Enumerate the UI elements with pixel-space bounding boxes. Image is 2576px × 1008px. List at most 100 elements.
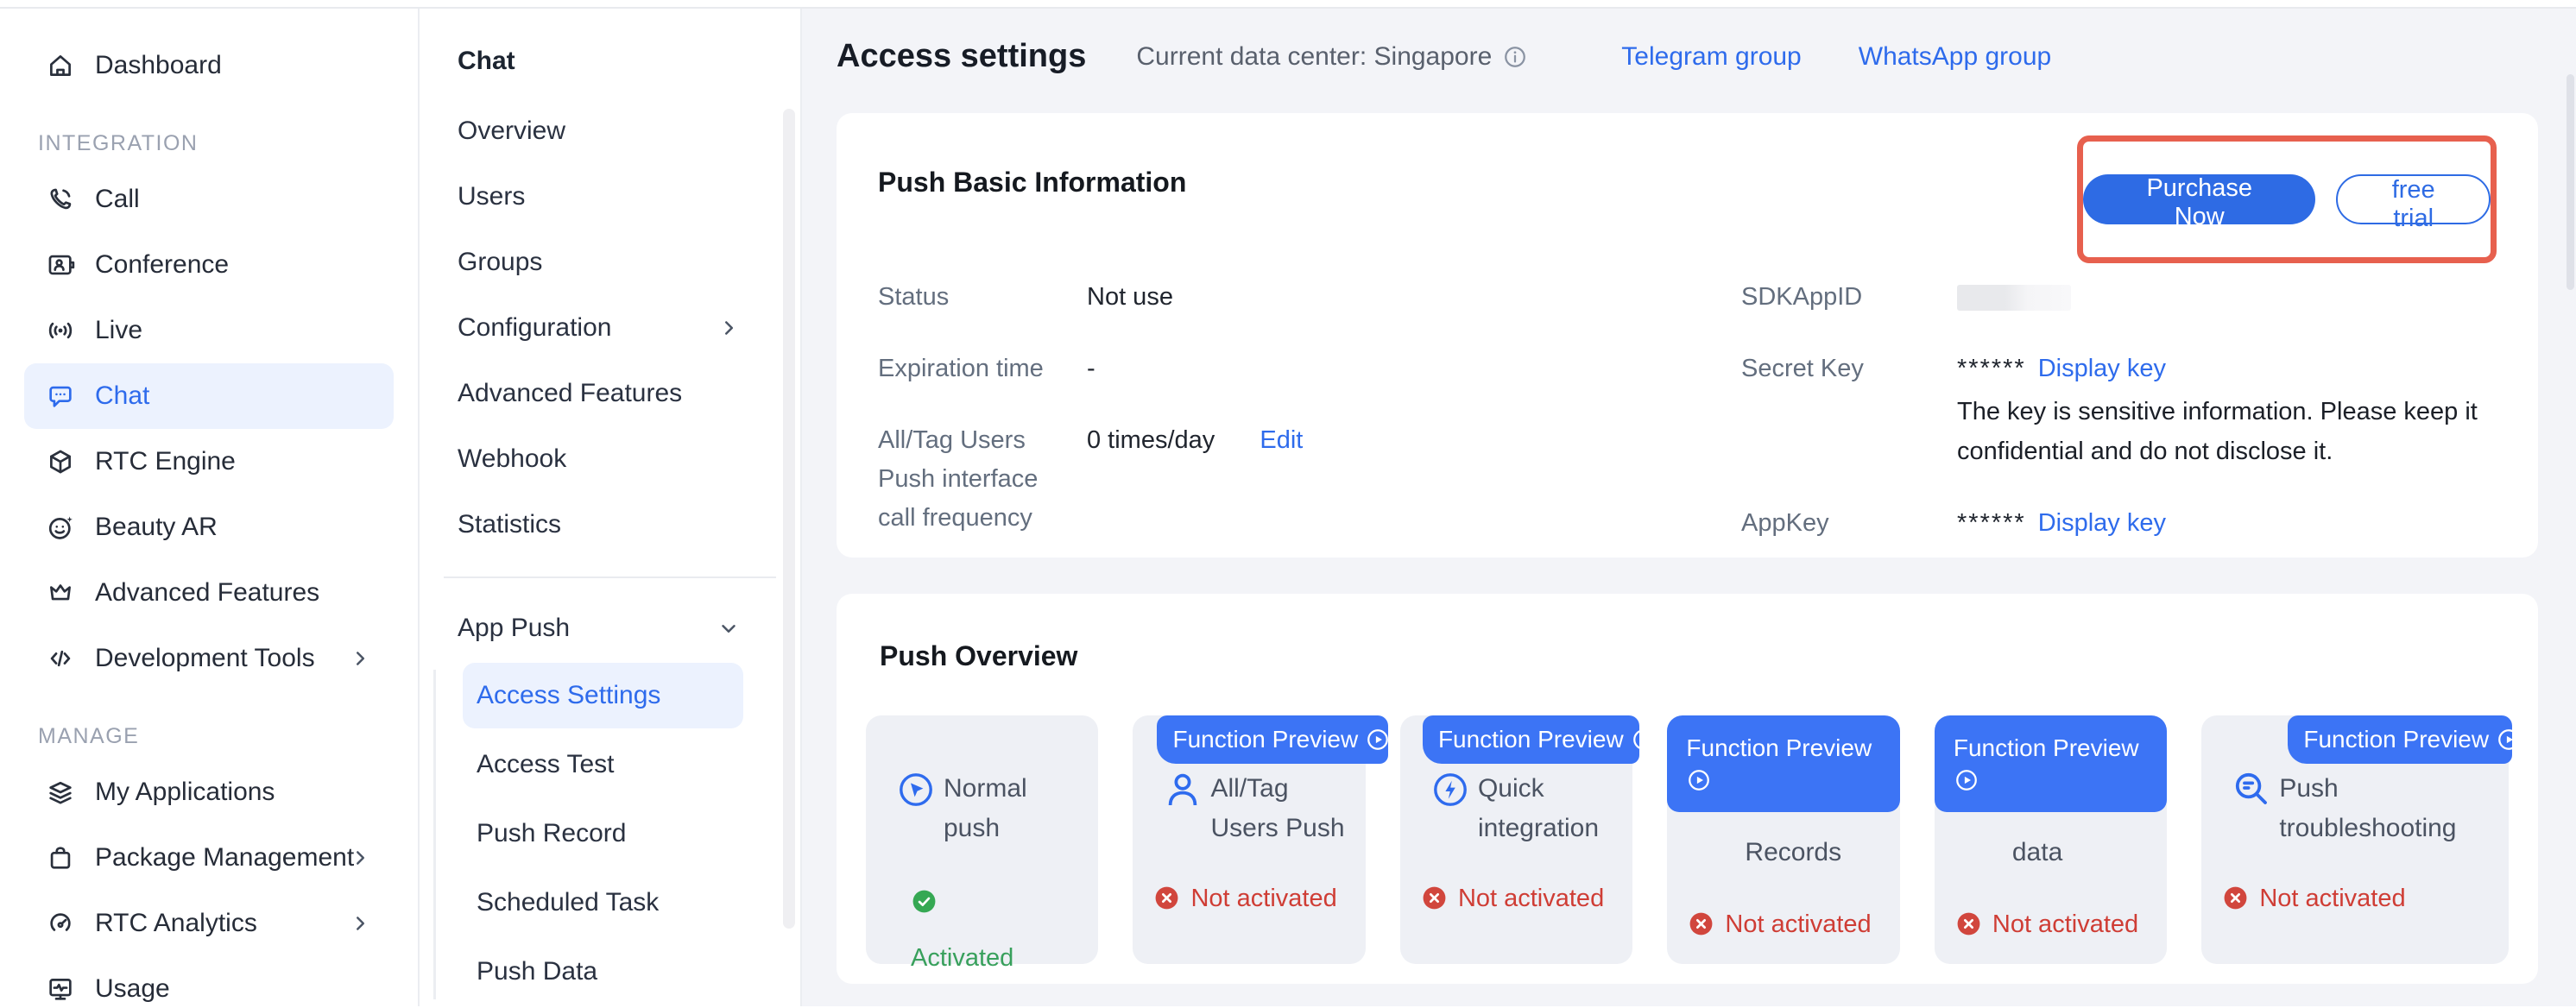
sidebar-item-usage[interactable]: Usage (0, 956, 418, 1008)
app-root: Dashboard INTEGRATION Call Conference (0, 0, 2576, 1008)
display-key-link[interactable]: Display key (2038, 355, 2166, 382)
feature-status-not-activated: Not activated (2222, 879, 2509, 917)
feature-status-not-activated: Not activated (1153, 879, 1365, 917)
smiley-icon (45, 512, 76, 543)
x-circle-icon (1153, 885, 1180, 911)
annotation-highlight-box: Purchase Now free trial (2077, 135, 2497, 263)
submenu-item-access-test[interactable]: Access Test (433, 730, 800, 799)
field-value-expiration: - (1087, 350, 1741, 388)
field-label-secret-key: Secret Key (1741, 350, 1957, 471)
submenu-item-label: Access Test (477, 750, 615, 779)
cube-icon (45, 446, 76, 477)
menu-item-overview[interactable]: Overview (420, 98, 800, 164)
sidebar-item-label: Conference (95, 250, 229, 280)
sidebar-item-rtc-engine[interactable]: RTC Engine (0, 429, 418, 495)
function-preview-badge[interactable]: Function Preview (1935, 715, 2167, 812)
free-trial-button[interactable]: free trial (2336, 174, 2491, 224)
menu-item-label: App Push (458, 614, 570, 643)
info-icon[interactable] (1502, 44, 1528, 70)
sidebar-item-dashboard[interactable]: Dashboard (0, 33, 418, 98)
sidebar-item-call[interactable]: Call (0, 167, 418, 232)
redacted-sdkappid-value (1957, 285, 2071, 311)
display-key-link[interactable]: Display key (2038, 509, 2166, 537)
sidebar-item-label: Development Tools (95, 644, 315, 673)
page-title: Access settings (837, 38, 1086, 75)
field-label-status: Status (878, 278, 1087, 317)
function-preview-badge[interactable]: Function Preview (1157, 715, 1387, 764)
menu-item-users[interactable]: Users (420, 164, 800, 230)
sidebar-item-label: Call (95, 185, 140, 214)
edit-link[interactable]: Edit (1260, 426, 1303, 454)
panel-title: Chat (458, 47, 800, 76)
feature-status-not-activated: Not activated (1688, 905, 1899, 943)
field-label-expiration: Expiration time (878, 350, 1087, 388)
chevron-right-icon (717, 317, 740, 339)
function-preview-badge[interactable]: Function Preview (2288, 715, 2512, 764)
masked-secret: ****** (1957, 355, 2026, 382)
lightning-circle-icon (1430, 769, 1471, 810)
sidebar-item-conference[interactable]: Conference (0, 232, 418, 298)
badge-label: Function Preview (1954, 734, 2139, 762)
purchase-now-button[interactable]: Purchase Now (2083, 174, 2315, 224)
feature-tile-push-troubleshooting: Function Preview Push troubleshooting (2201, 715, 2509, 964)
submenu-item-push-data[interactable]: Push Data (433, 937, 800, 1006)
submenu-item-scheduled-task[interactable]: Scheduled Task (433, 868, 800, 937)
chevron-right-icon (349, 912, 371, 935)
x-circle-icon (2222, 885, 2249, 911)
feature-status-not-activated: Not activated (1421, 879, 1632, 917)
page-header: Access settings Current data center: Sin… (837, 38, 2538, 75)
main-content: Access settings Current data center: Sin… (802, 9, 2576, 1006)
badge-label: Function Preview (1686, 734, 1872, 762)
sidebar-item-package-management[interactable]: Package Management (0, 825, 418, 891)
menu-item-app-push[interactable]: App Push (420, 595, 800, 661)
menu-item-advanced-features[interactable]: Advanced Features (420, 361, 800, 426)
whatsapp-group-link[interactable]: WhatsApp group (1859, 42, 2051, 72)
submenu-item-access-settings[interactable]: Access Settings (463, 663, 743, 728)
page-scrollbar-thumb[interactable] (2567, 74, 2574, 290)
feature-tile-all-tag-users-push: Function Preview All/Tag Users Push (1133, 715, 1365, 964)
menu-item-label: Webhook (458, 444, 566, 474)
sidebar-item-live[interactable]: Live (0, 298, 418, 363)
sidebar-item-beauty-ar[interactable]: Beauty AR (0, 495, 418, 560)
x-circle-icon (1955, 910, 1982, 937)
field-value-sdkappid (1957, 278, 2497, 317)
telegram-group-link[interactable]: Telegram group (1621, 42, 1801, 72)
sidebar-item-rtc-analytics[interactable]: RTC Analytics (0, 891, 418, 956)
submenu-item-label: Push Data (477, 957, 597, 986)
sidebar-item-development-tools[interactable]: Development Tools (0, 626, 418, 691)
sidebar-item-label: Live (95, 316, 142, 345)
feature-tile-records: Function Preview Records N (1667, 715, 1899, 964)
feature-title: Push troubleshooting (2279, 769, 2491, 848)
push-basic-information-card: Push Basic Information Purchase Now free… (837, 113, 2538, 558)
feature-status-label: Not activated (2259, 885, 2405, 912)
feature-status-label: Activated (911, 944, 1013, 972)
sidebar-item-label: Dashboard (95, 51, 222, 80)
feature-tile-quick-integration: Function Preview Quick integration (1400, 715, 1632, 964)
sidebar-item-my-applications[interactable]: My Applications (0, 759, 418, 825)
feature-tile-normal-push: Normal push Activated (866, 715, 1098, 964)
feature-title: All/Tag Users Push (1210, 769, 1348, 848)
feature-status-label: Not activated (1458, 885, 1604, 912)
play-circle-icon (1365, 727, 1388, 753)
submenu-item-push-record[interactable]: Push Record (433, 799, 800, 868)
sidebar-item-label: Usage (95, 974, 170, 1004)
chat-bubble-icon (45, 381, 76, 412)
menu-item-configuration[interactable]: Configuration (420, 295, 800, 361)
section-heading-integration: INTEGRATION (38, 131, 418, 156)
normal-push-icon (895, 769, 937, 810)
code-icon (45, 643, 76, 674)
feature-tiles-row: Normal push Activated Function Preview (866, 715, 2509, 964)
function-preview-badge[interactable]: Function Preview (1667, 715, 1899, 812)
feature-title: Records (1745, 833, 1841, 874)
push-overview-card: Push Overview Normal push Activat (837, 594, 2538, 984)
menu-item-groups[interactable]: Groups (420, 230, 800, 295)
sidebar-item-chat[interactable]: Chat (24, 363, 394, 429)
menu-item-webhook[interactable]: Webhook (420, 426, 800, 492)
feature-tile-data: Function Preview data Not (1935, 715, 2167, 964)
menu-item-statistics[interactable]: Statistics (420, 492, 800, 558)
panel-scrollbar-thumb[interactable] (783, 109, 795, 929)
function-preview-badge[interactable]: Function Preview (1423, 715, 1639, 764)
sidebar-item-advanced-features[interactable]: Advanced Features (0, 560, 418, 626)
usage-monitor-icon (45, 973, 76, 1005)
datacenter-label: Current data center: Singapore (1136, 42, 1492, 72)
